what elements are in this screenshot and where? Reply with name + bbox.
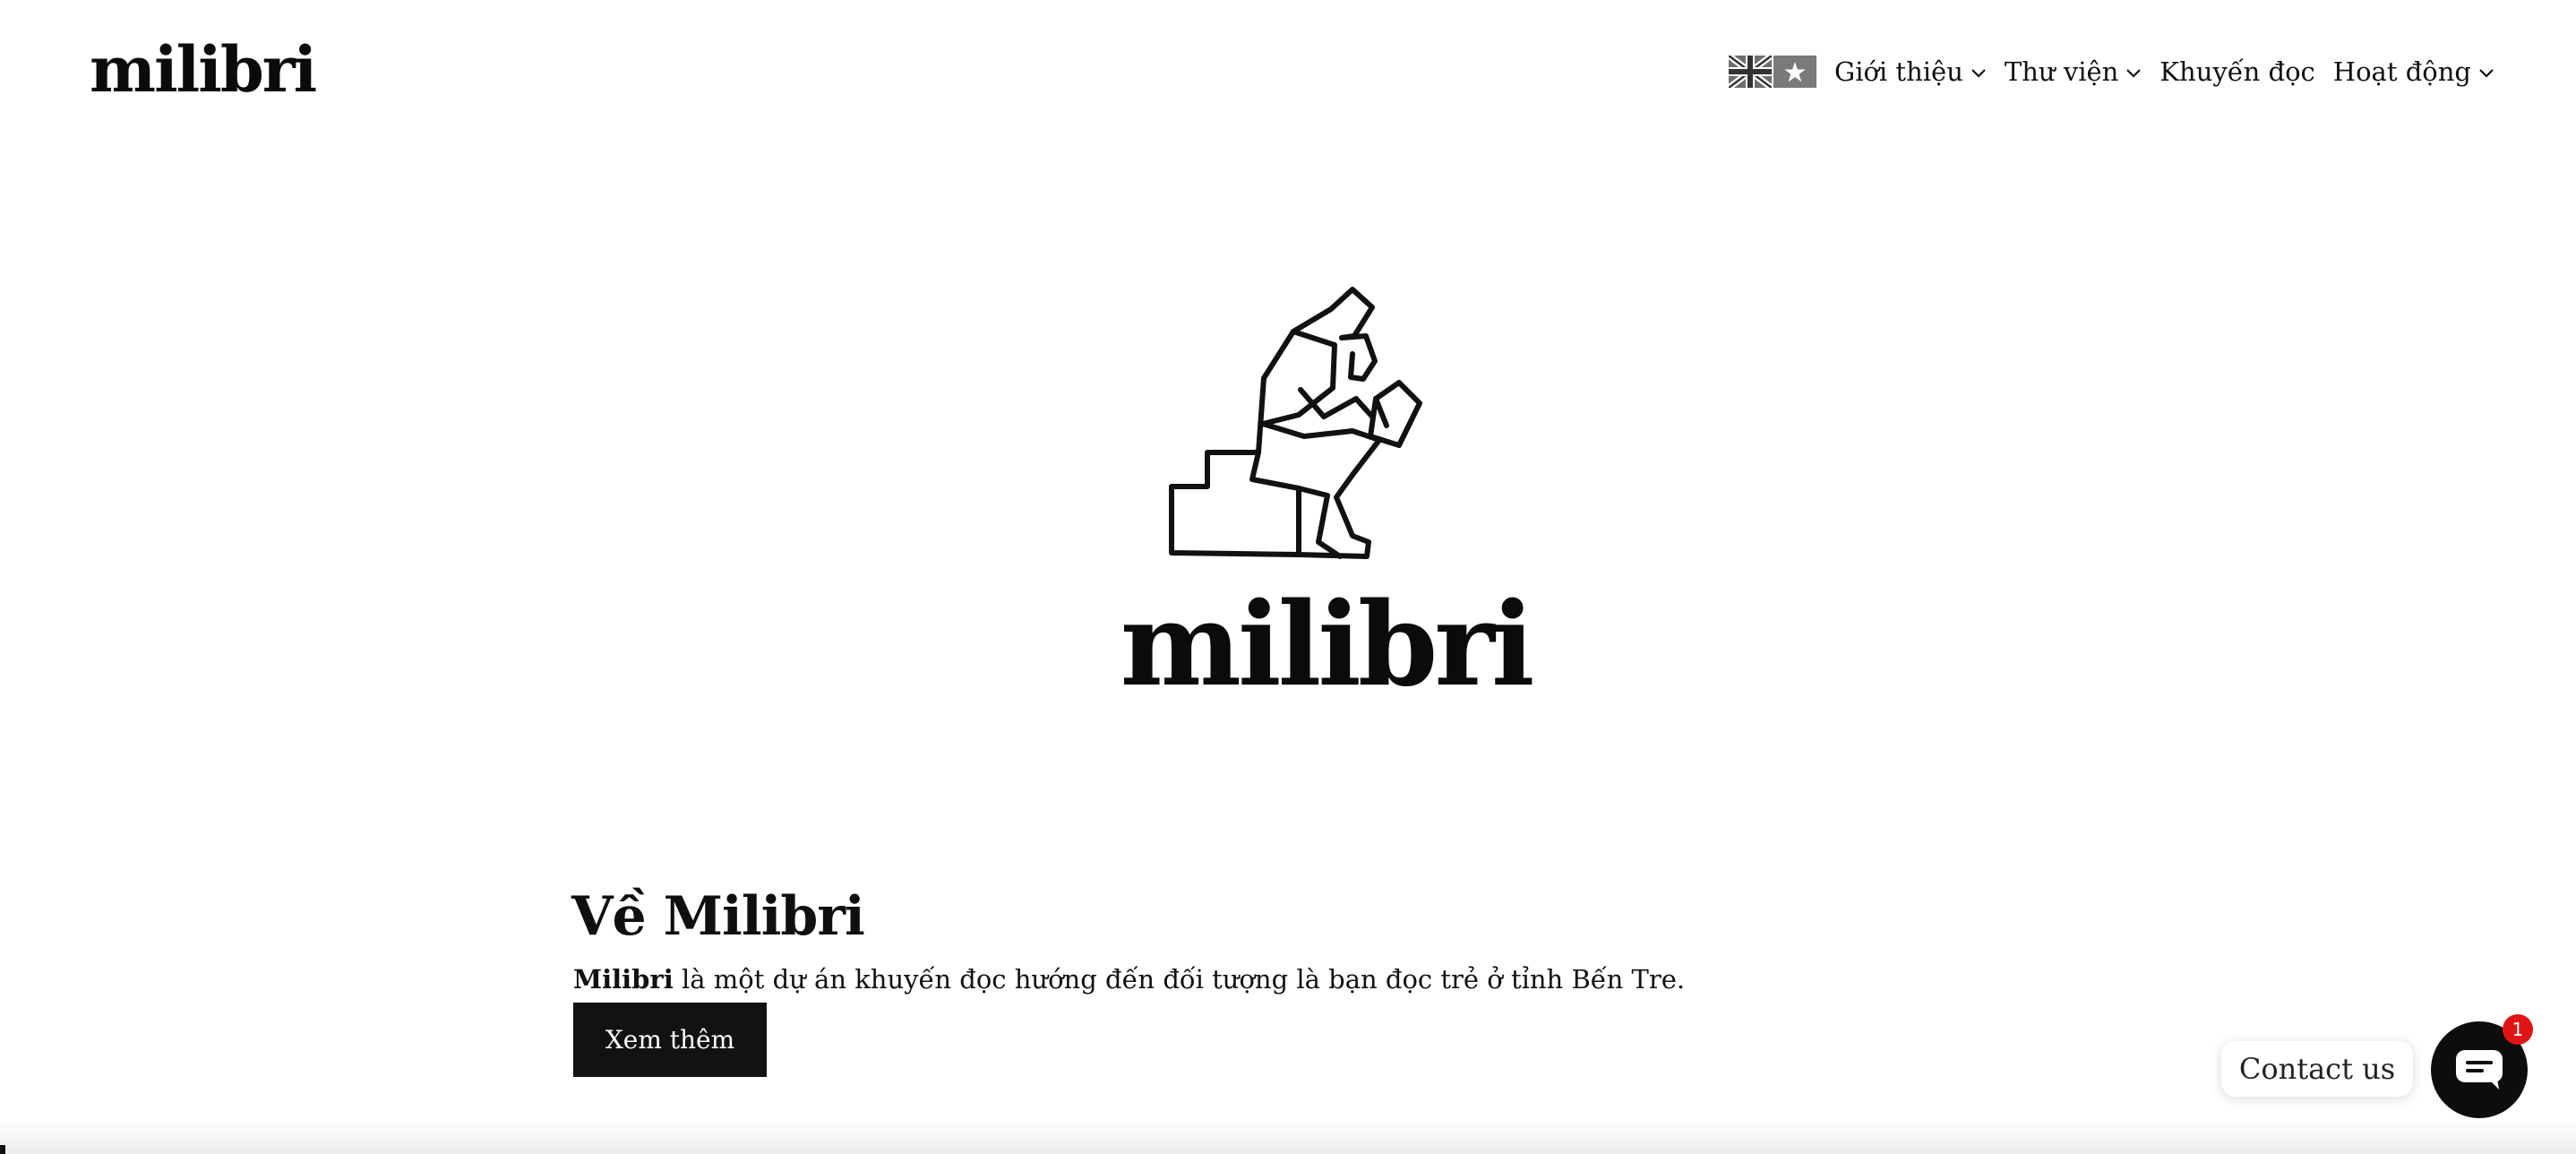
language-switcher [1729,56,1816,88]
about-description-bold: Milibri [573,964,674,995]
notification-badge: 1 [2503,1014,2533,1045]
about-title: Về Milibri [571,884,865,948]
site-logo[interactable]: milibri [90,25,317,115]
hero-wordmark: milibri [1120,578,1535,712]
nav-hoat-dong-label: Hoạt động [2332,56,2471,87]
nav-hoat-dong[interactable]: Hoạt động [2333,56,2494,87]
about-description: Milibri là một dự án khuyến đọc hướng đế… [573,958,1685,1001]
corner-mark [0,1145,5,1154]
nav-gioi-thieu-label: Giới thiệu [1834,56,1963,87]
bottom-shadow [0,1118,2576,1154]
reading-thinker-icon [1169,287,1422,559]
contact-us-label[interactable]: Contact us [2221,1041,2413,1097]
chat-icon [2456,1050,2503,1089]
vietnam-flag-icon[interactable] [1773,56,1816,88]
main-nav: Giới thiệu Thư viện Khuyến đọc Hoạt động [1729,47,2494,97]
read-more-button[interactable]: Xem thêm [573,1003,767,1077]
nav-khuyen-doc[interactable]: Khuyến đọc [2160,56,2314,87]
nav-khuyen-doc-label: Khuyến đọc [2160,56,2315,87]
chevron-down-icon [2479,69,2494,78]
chevron-down-icon [1971,69,1986,78]
about-description-text: là một dự án khuyến đọc hướng đến đối tư… [673,964,1686,995]
nav-gioi-thieu[interactable]: Giới thiệu [1834,56,1987,87]
nav-thu-vien-label: Thư viện [2004,56,2119,87]
chevron-down-icon [2126,69,2142,78]
uk-flag-icon[interactable] [1729,56,1772,88]
nav-thu-vien[interactable]: Thư viện [2005,56,2142,87]
